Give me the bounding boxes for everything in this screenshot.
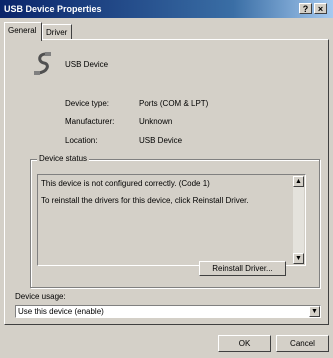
status-scrollbar[interactable]: ▲ ▼ [293,176,304,264]
location-label: Location: [65,136,98,145]
location-value: USB Device [139,136,183,145]
tab-driver[interactable]: Driver [42,24,72,40]
chevron-down-icon[interactable]: ▼ [309,306,320,317]
help-button[interactable]: ? [299,3,312,14]
device-status-text[interactable]: This device is not configured correctly.… [37,174,306,266]
scroll-up-icon[interactable]: ▲ [293,176,304,187]
device-usage-select[interactable]: Use this device (enable) ▼ [15,305,321,318]
device-name: USB Device [65,60,109,69]
device-usage-label: Device usage: [15,292,66,301]
usb-device-icon [34,52,51,75]
status-line-2: To reinstall the drivers for this device… [41,196,249,205]
manufacturer-value: Unknown [139,117,173,126]
ok-button[interactable]: OK [218,335,271,352]
close-button[interactable]: × [314,3,327,14]
device-usage-value: Use this device (enable) [18,307,104,316]
title-bar: USB Device Properties ? × [0,0,333,18]
tab-general[interactable]: General [4,22,42,41]
window-title: USB Device Properties [4,4,102,14]
device-status-label: Device status [37,154,90,163]
scroll-down-icon[interactable]: ▼ [293,253,304,264]
device-type-label: Device type: [65,99,110,108]
manufacturer-label: Manufacturer: [65,117,115,126]
cancel-button[interactable]: Cancel [276,335,329,352]
status-line-1: This device is not configured correctly.… [41,179,210,188]
reinstall-driver-button[interactable]: Reinstall Driver... [199,261,286,276]
device-type-value: Ports (COM & LPT) [139,99,209,108]
